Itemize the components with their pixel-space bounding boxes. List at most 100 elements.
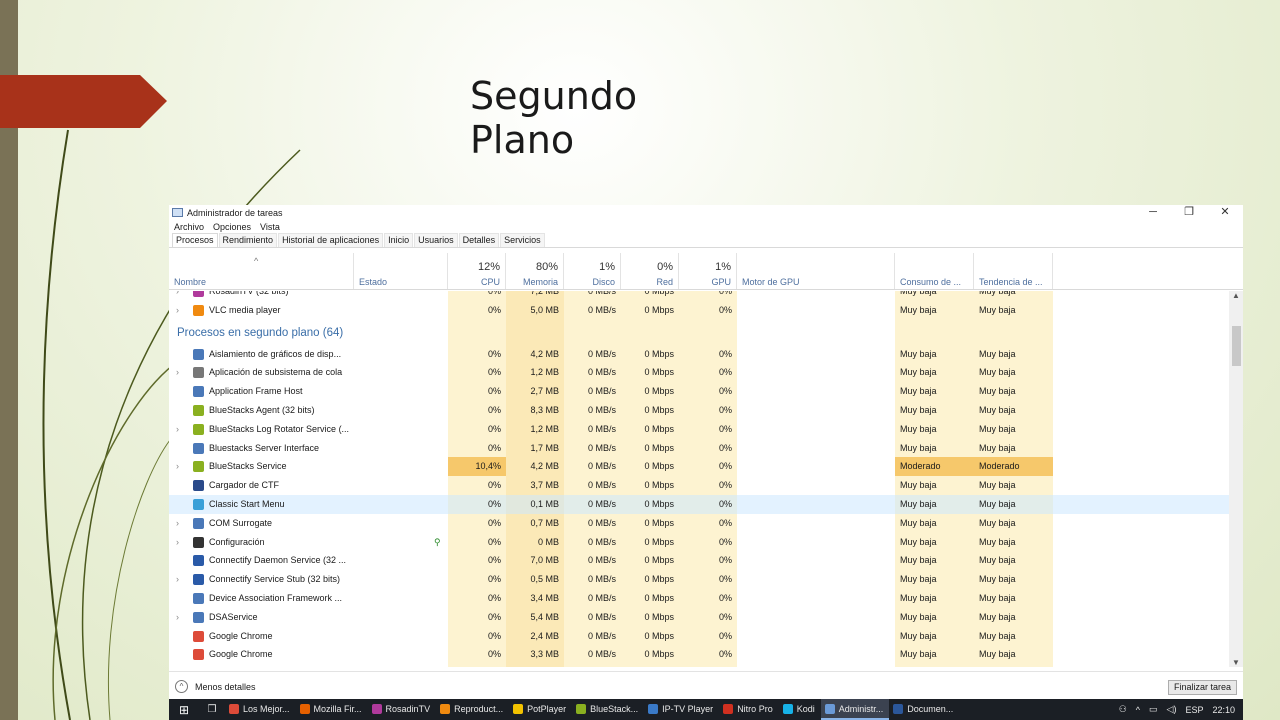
chevron-right-icon[interactable]: ›: [176, 457, 179, 476]
taskbar-app[interactable]: Reproduct...: [436, 699, 509, 720]
taskbar-app[interactable]: Administr...: [820, 699, 890, 720]
minimize-button[interactable]: ─: [1135, 205, 1171, 220]
fewer-details-button[interactable]: ^ Menos detalles: [175, 680, 256, 693]
menu-archivo[interactable]: Archivo: [174, 222, 204, 232]
gpu-total: 1%: [715, 261, 731, 273]
menu-vista[interactable]: Vista: [260, 222, 280, 232]
fewer-details-label: Menos detalles: [195, 681, 256, 692]
chevron-right-icon[interactable]: ›: [176, 570, 179, 589]
menu-opciones[interactable]: Opciones: [213, 222, 251, 232]
input-language[interactable]: ESP: [1185, 705, 1203, 715]
process-row[interactable]: › RosadinTV (32 bits) 0% 7,2 MB 0 MB/s 0 Mbps…: [169, 291, 1229, 301]
tab-servicios[interactable]: Servicios: [500, 233, 545, 247]
power-trend-value: Muy baja: [979, 405, 1016, 415]
gpu-value: 0%: [718, 480, 732, 491]
network-icon[interactable]: ▭: [1149, 704, 1158, 715]
chevron-right-icon[interactable]: ›: [176, 363, 179, 382]
tab-usuarios[interactable]: Usuarios: [414, 233, 458, 247]
taskbar-app[interactable]: PotPlayer: [509, 699, 572, 720]
disk-value: 0 MB/s: [587, 517, 616, 528]
column-network-label: Red: [656, 277, 673, 287]
process-name: Aplicación de subsistema de cola: [209, 367, 343, 378]
vlc-icon: [193, 304, 204, 316]
column-network[interactable]: 0% Red: [621, 253, 679, 289]
network-value: 0 Mbps: [644, 555, 674, 566]
process-row[interactable]: BlueStacks Agent (32 bits) 0% 8,3 MB 0 MB/s…: [169, 401, 1229, 420]
process-row[interactable]: Application Frame Host 0% 2,7 MB 0 MB/s 0 Mb…: [169, 382, 1229, 401]
column-status[interactable]: Estado: [354, 253, 448, 289]
process-row[interactable]: Classic Start Menu 0% 0,1 MB 0 MB/s 0 Mbps 0%…: [169, 495, 1229, 514]
column-memory[interactable]: 80% Memoria: [506, 253, 564, 289]
volume-icon[interactable]: ◁): [1167, 704, 1177, 715]
taskbar-app[interactable]: Kodi: [779, 699, 821, 720]
scroll-down-icon[interactable]: ▼: [1229, 658, 1243, 667]
memory-value: 7,2 MB: [530, 291, 559, 296]
taskbar-app[interactable]: IP-TV Player: [644, 699, 719, 720]
taskbar-app[interactable]: Nitro Pro: [719, 699, 779, 720]
clock[interactable]: 22:10: [1212, 705, 1235, 715]
tab-rendimiento[interactable]: Rendimiento: [218, 233, 278, 247]
end-task-button[interactable]: Finalizar tarea: [1167, 680, 1237, 695]
close-button[interactable]: ✕: [1207, 205, 1243, 220]
network-value: 0 Mbps: [644, 442, 674, 453]
process-row[interactable]: Cargador de CTF 0% 3,7 MB 0 MB/s 0 Mbps 0% Muy…: [169, 476, 1229, 495]
disk-value: 0 MB/s: [587, 630, 616, 641]
chevron-right-icon[interactable]: ›: [176, 420, 179, 439]
start-windows-icon[interactable]: ⊞: [169, 703, 199, 717]
process-row[interactable]: › BlueStacks Service 10,4% 4,2 MB 0 MB/s 0 Mb…: [169, 457, 1229, 477]
tab-historial[interactable]: Historial de aplicaciones: [278, 233, 384, 247]
chevron-right-icon[interactable]: ›: [176, 514, 179, 533]
firefox-icon: [299, 703, 310, 714]
column-power-trend[interactable]: Tendencia de ...: [974, 253, 1053, 289]
column-name[interactable]: ^ Nombre: [169, 253, 354, 289]
process-row[interactable]: Bluestacks Server Interface 0% 1,7 MB 0 MB/…: [169, 439, 1229, 458]
chevron-right-icon[interactable]: ›: [176, 533, 179, 552]
chevron-right-icon[interactable]: ›: [176, 301, 179, 320]
disk-value: 0 MB/s: [587, 423, 616, 434]
vertical-scrollbar[interactable]: ▲ ▼: [1229, 291, 1243, 667]
taskbar-app[interactable]: Mozilla Fir...: [296, 699, 368, 720]
process-row[interactable]: › COM Surrogate 0% 0,7 MB 0 MB/s 0 Mbps 0% Muy …: [169, 514, 1229, 533]
process-row[interactable]: Device Association Framework ... 0% 3,4 MB…: [169, 589, 1229, 608]
column-disk[interactable]: 1% Disco: [564, 253, 621, 289]
taskbar-app[interactable]: BlueStack...: [572, 699, 644, 720]
process-row[interactable]: › DSAService 0% 5,4 MB 0 MB/s 0 Mbps 0% Muy baj…: [169, 608, 1229, 627]
restore-button[interactable]: ❐: [1171, 205, 1207, 220]
tab-detalles[interactable]: Detalles: [458, 233, 500, 247]
window-titlebar: Administrador de tareas: [169, 205, 1243, 220]
tab-procesos[interactable]: Procesos: [172, 233, 218, 247]
column-cpu[interactable]: 12% CPU: [448, 253, 506, 289]
scrollbar-thumb[interactable]: [1232, 326, 1241, 366]
column-gpu[interactable]: 1% GPU: [679, 253, 737, 289]
process-row[interactable]: › Configuración ⚲ 0% 0 MB 0 MB/s 0 Mbps 0% Muy b…: [169, 533, 1229, 552]
process-row[interactable]: › VLC media player 0% 5,0 MB 0 MB/s 0 Mbps 0% M…: [169, 301, 1229, 320]
column-power[interactable]: Consumo de ...: [895, 253, 974, 289]
process-row[interactable]: Aislamiento de gráficos de disp... 0% 4,2 …: [169, 345, 1229, 364]
cpu-value: 0%: [487, 630, 501, 641]
process-row[interactable]: Google Chrome 0% 3,3 MB 0 MB/s 0 Mbps 0% Muy b…: [169, 645, 1229, 664]
chevron-right-icon[interactable]: ›: [176, 608, 179, 627]
network-value: 0 Mbps: [644, 291, 674, 296]
memory-value: 5,0 MB: [530, 304, 559, 315]
process-row[interactable]: › Aplicación de subsistema de cola 0% 1,2 M…: [169, 363, 1229, 382]
process-row[interactable]: › BlueStacks Log Rotator Service (... 0% 1,…: [169, 420, 1229, 439]
column-gpu-engine[interactable]: Motor de GPU: [737, 253, 895, 289]
process-row[interactable]: Google Chrome 0% 2,4 MB 0 MB/s 0 Mbps 0% Muy b…: [169, 627, 1229, 646]
sort-caret-icon: ^: [254, 256, 259, 266]
process-name: Google Chrome: [209, 649, 273, 660]
taskbar-app[interactable]: Documen...: [889, 699, 959, 720]
taskbar-app[interactable]: RosadinTV: [368, 699, 437, 720]
taskbar-app[interactable]: Los Mejor...: [225, 699, 296, 720]
chrome-icon: [229, 703, 239, 714]
taskbar-app-label: Mozilla Fir...: [313, 703, 362, 714]
chevron-right-icon[interactable]: ›: [176, 291, 179, 301]
people-icon[interactable]: ⚇: [1119, 704, 1127, 715]
process-name: Classic Start Menu: [209, 499, 285, 509]
process-row[interactable]: Connectify Daemon Service (32 ... 0% 7,0 M…: [169, 551, 1229, 570]
tab-inicio[interactable]: Inicio: [384, 233, 414, 247]
chevron-up-icon[interactable]: ^: [1136, 705, 1140, 715]
process-row[interactable]: › Connectify Service Stub (32 bits) 0% 0,5 …: [169, 570, 1229, 589]
cpu-value: 0%: [487, 574, 501, 585]
scroll-up-icon[interactable]: ▲: [1229, 291, 1243, 300]
task-view-icon[interactable]: ❒: [199, 704, 225, 715]
